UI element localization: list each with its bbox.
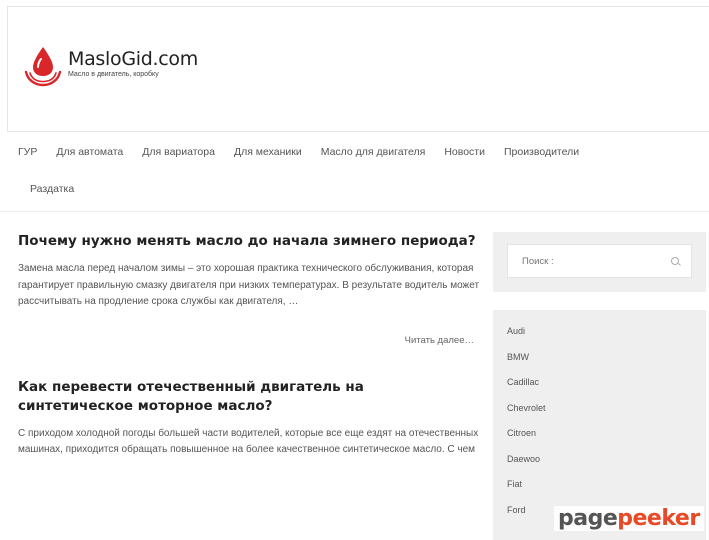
oil-drop-icon [22, 45, 64, 87]
sidebar: Audi BMW Cadillac Chevrolet Citroen Daew… [493, 232, 706, 540]
watermark-part: peeker [617, 506, 700, 531]
nav-row: ГУР Для автомата Для вариатора Для механ… [18, 146, 598, 158]
read-more-link[interactable]: Читать далее… [18, 335, 480, 346]
nav-item-manual[interactable]: Для механики [234, 146, 302, 158]
site-tagline: Масло в двигатель, коробку [68, 71, 159, 78]
post-title[interactable]: Как перевести отечественный двигатель на… [18, 378, 480, 416]
nav-item-automatic[interactable]: Для автомата [56, 146, 123, 158]
brand-item-chevrolet[interactable]: Chevrolet [507, 401, 692, 427]
pagepeeker-watermark: pagepeeker [554, 506, 704, 531]
site-header: MasloGid.com Масло в двигатель, коробку [7, 6, 709, 132]
search-input[interactable] [508, 245, 691, 277]
search-icon[interactable] [671, 257, 679, 265]
post: Почему нужно менять масло до начала зимн… [18, 232, 480, 346]
watermark-part: page [558, 506, 618, 531]
post: Как перевести отечественный двигатель на… [18, 378, 480, 459]
brand-item-audi[interactable]: Audi [507, 324, 692, 350]
nav-item-news[interactable]: Новости [444, 146, 485, 158]
nav-item-engine-oil[interactable]: Масло для двигателя [321, 146, 426, 158]
brand-item-fiat[interactable]: Fiat [507, 477, 692, 503]
nav-item-manufacturers[interactable]: Производители [504, 146, 579, 158]
brand-item-bmw[interactable]: BMW [507, 350, 692, 376]
main-navigation: ГУР Для автомата Для вариатора Для механ… [0, 132, 709, 212]
brand-item-citroen[interactable]: Citroen [507, 426, 692, 452]
post-title[interactable]: Почему нужно менять масло до начала зимн… [18, 232, 480, 251]
brand-item-cadillac[interactable]: Cadillac [507, 375, 692, 401]
post-list: Почему нужно менять масло до начала зимн… [18, 232, 480, 491]
brand-item-daewoo[interactable]: Daewoo [507, 452, 692, 478]
post-excerpt: Замена масла перед началом зимы – это хо… [18, 263, 480, 307]
post-excerpt: С приходом холодной погоды большей части… [18, 427, 479, 456]
nav-item-variator[interactable]: Для вариатора [142, 146, 215, 158]
nav-item-gur[interactable]: ГУР [18, 146, 37, 158]
site-name[interactable]: MasloGid.com [68, 48, 198, 70]
nav-item-transfer-case[interactable]: Раздатка [30, 183, 74, 195]
search-widget [493, 232, 706, 292]
search-field[interactable] [507, 244, 692, 278]
nav-row: Раздатка [30, 183, 93, 195]
site-logo[interactable]: MasloGid.com Масло в двигатель, коробку [22, 45, 198, 87]
